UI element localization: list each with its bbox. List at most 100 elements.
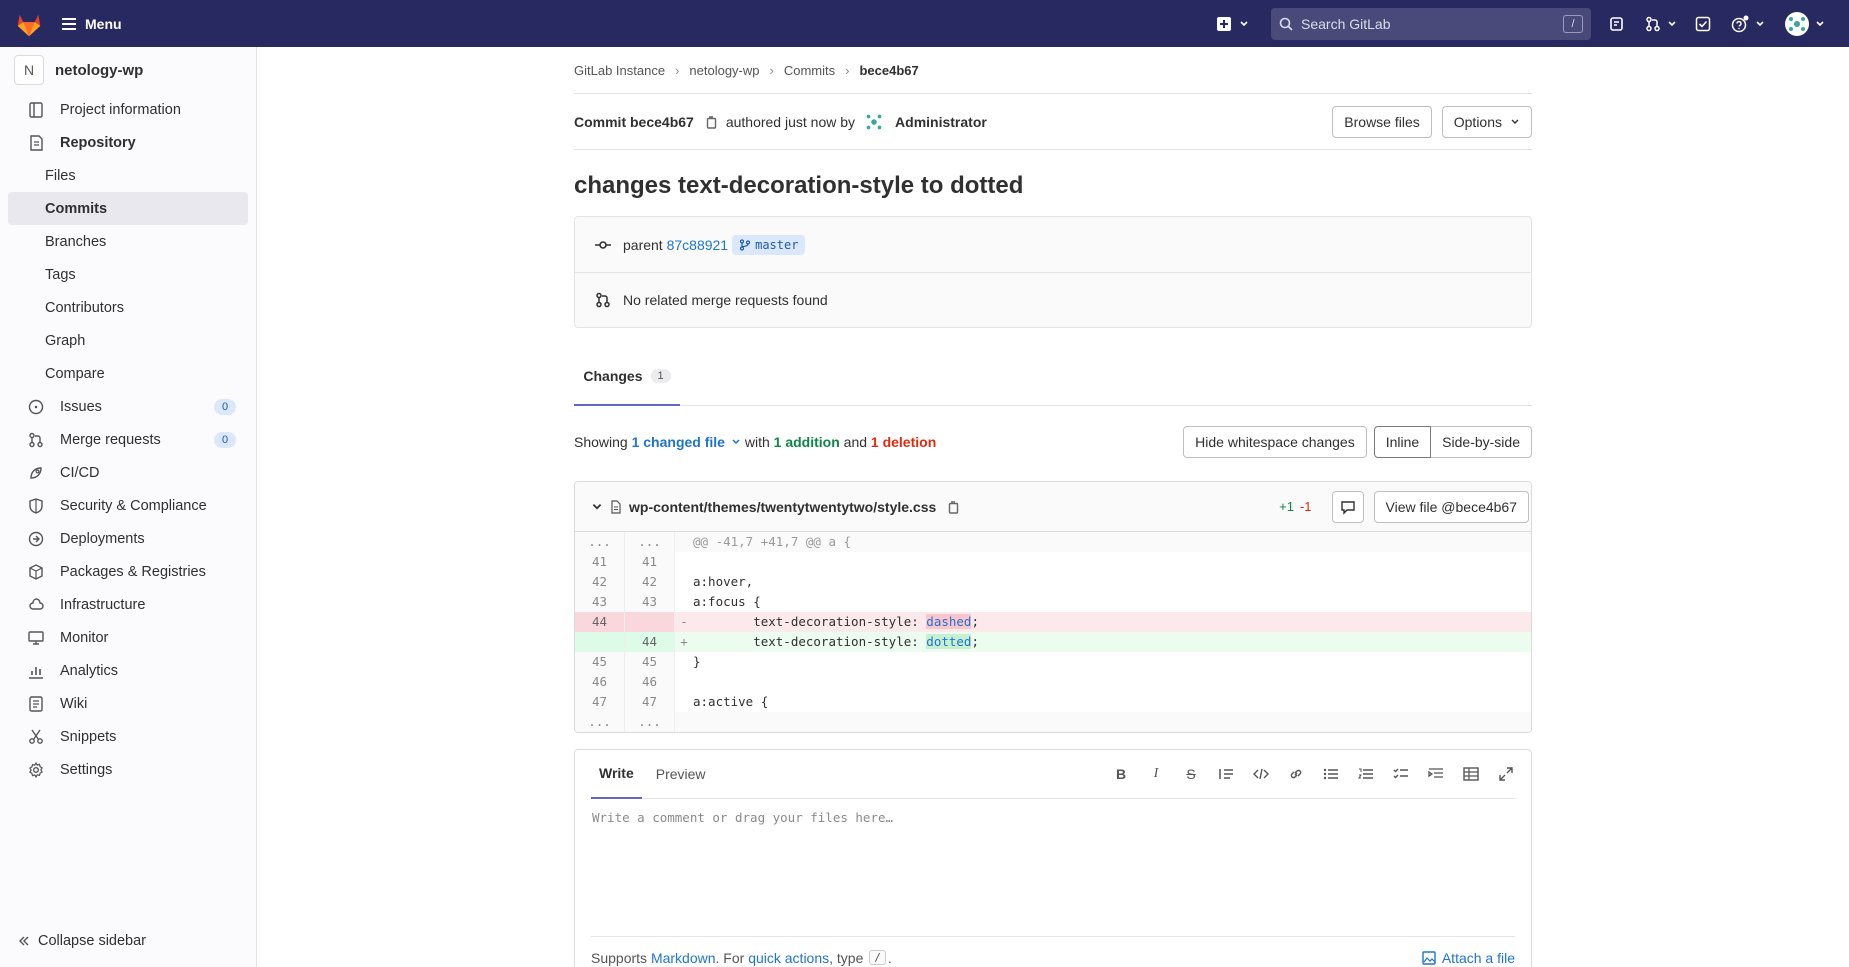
bold-icon[interactable]: B [1112, 765, 1130, 783]
sidebar-item-deployments[interactable]: Deployments [8, 522, 248, 555]
old-line-number[interactable] [575, 632, 625, 652]
menu-button[interactable]: Menu [62, 16, 122, 32]
sidebar-item-ci-cd[interactable]: CI/CD [8, 456, 248, 489]
preview-tab[interactable]: Preview [648, 750, 714, 799]
side-by-side-view-button[interactable]: Side-by-side [1431, 426, 1532, 458]
collapsible-section-icon[interactable] [1427, 765, 1445, 783]
markdown-link[interactable]: Markdown [651, 950, 716, 966]
old-line-number[interactable]: 42 [575, 572, 625, 592]
chevron-down-icon[interactable] [591, 501, 603, 513]
hide-whitespace-button[interactable]: Hide whitespace changes [1183, 426, 1367, 458]
new-line-number[interactable]: 45 [625, 652, 675, 672]
merge-requests-nav-button[interactable] [1645, 16, 1677, 32]
sidebar-item-monitor[interactable]: Monitor [8, 621, 248, 654]
quote-icon[interactable] [1217, 765, 1235, 783]
old-line-number[interactable]: 47 [575, 692, 625, 712]
breadcrumb-item[interactable]: Commits [784, 63, 835, 78]
project-header[interactable]: N netology-wp [0, 47, 256, 93]
sidebar-item-issues[interactable]: Issues 0 [8, 390, 248, 423]
new-line-number[interactable] [625, 612, 675, 632]
old-line-number[interactable]: 44 [575, 612, 625, 632]
sidebar-item-infrastructure[interactable]: Infrastructure [8, 588, 248, 621]
todo-check-icon [1695, 16, 1711, 31]
issues-nav-button[interactable] [1609, 16, 1625, 32]
file-path[interactable]: wp-content/themes/twentytwentytwo/style.… [629, 499, 936, 515]
view-file-button[interactable]: View file @bece4b67 [1373, 490, 1529, 523]
numbered-list-icon[interactable] [1357, 765, 1375, 783]
sidebar-item-compare[interactable]: Compare [8, 357, 248, 390]
author-name[interactable]: Administrator [895, 114, 987, 130]
new-line-number[interactable]: 47 [625, 692, 675, 712]
diff-sign [675, 572, 693, 592]
italic-icon[interactable]: I [1147, 765, 1165, 783]
new-line-number[interactable]: 42 [625, 572, 675, 592]
task-list-icon[interactable] [1392, 765, 1410, 783]
sidebar-item-contributors[interactable]: Contributors [8, 291, 248, 324]
author-avatar[interactable] [863, 111, 885, 133]
browse-files-button[interactable]: Browse files [1332, 105, 1432, 138]
sidebar-item-packages-registries[interactable]: Packages & Registries [8, 555, 248, 588]
sidebar-item-tags[interactable]: Tags [8, 258, 248, 291]
new-item-dropdown[interactable] [1217, 16, 1249, 31]
changed-files-dropdown[interactable]: 1 changed file [632, 434, 741, 450]
fullscreen-icon[interactable] [1497, 765, 1515, 783]
diff-code: a:focus { [693, 592, 1531, 612]
write-tab[interactable]: Write [591, 750, 642, 799]
diff-code: a:hover, [693, 572, 1531, 592]
new-line-number[interactable]: 46 [625, 672, 675, 692]
breadcrumb-item[interactable]: GitLab Instance [574, 63, 665, 78]
todos-nav-button[interactable] [1695, 16, 1711, 32]
gitlab-logo-icon[interactable] [14, 9, 44, 39]
attach-file-button[interactable]: Attach a file [1422, 950, 1515, 966]
sidebar-item-snippets[interactable]: Snippets [8, 720, 248, 753]
search-input[interactable]: Search GitLab / [1271, 7, 1591, 40]
strikethrough-icon[interactable]: S [1182, 765, 1200, 783]
sidebar-item-label: Repository [60, 134, 136, 151]
new-line-number[interactable]: ... [625, 712, 675, 732]
tab-changes[interactable]: Changes 1 [574, 348, 680, 406]
new-line-number[interactable]: 44 [625, 632, 675, 652]
sidebar-item-files[interactable]: Files [8, 159, 248, 192]
copy-icon[interactable] [946, 500, 960, 514]
new-line-number[interactable]: ... [625, 532, 675, 552]
sidebar-item-project-information[interactable]: Project information [8, 93, 248, 126]
options-dropdown[interactable]: Options [1441, 105, 1532, 138]
diff-sign [675, 712, 693, 732]
old-line-number[interactable]: 41 [575, 552, 625, 572]
old-line-number[interactable]: ... [575, 532, 625, 552]
help-icon [1731, 15, 1749, 32]
copy-icon[interactable] [704, 115, 718, 129]
bullet-list-icon[interactable] [1322, 765, 1340, 783]
diff-code: @@ -41,7 +41,7 @@ a { [693, 532, 1531, 552]
link-icon[interactable] [1287, 765, 1305, 783]
sidebar-item-security-compliance[interactable]: Security & Compliance [8, 489, 248, 522]
quick-actions-link[interactable]: quick actions [748, 950, 829, 966]
sidebar-item-merge-requests[interactable]: Merge requests 0 [8, 423, 248, 456]
sidebar-item-settings[interactable]: Settings [8, 753, 248, 786]
comments-toggle-button[interactable] [1331, 490, 1364, 523]
sidebar-item-wiki[interactable]: Wiki [8, 687, 248, 720]
new-line-number[interactable]: 41 [625, 552, 675, 572]
old-line-number[interactable]: 46 [575, 672, 625, 692]
sidebar-item-analytics[interactable]: Analytics [8, 654, 248, 687]
commit-tabs: Changes 1 [574, 348, 1532, 406]
inline-view-button[interactable]: Inline [1373, 426, 1432, 458]
sidebar-item-repository[interactable]: Repository [8, 126, 248, 159]
old-line-number[interactable]: 43 [575, 592, 625, 612]
table-icon[interactable] [1462, 765, 1480, 783]
branch-badge[interactable]: master [732, 234, 806, 255]
sidebar-item-branches[interactable]: Branches [8, 225, 248, 258]
old-line-number[interactable]: 45 [575, 652, 625, 672]
new-line-number[interactable]: 43 [625, 592, 675, 612]
sidebar-item-commits[interactable]: Commits [8, 192, 248, 225]
sidebar-item-graph[interactable]: Graph [8, 324, 248, 357]
old-line-number[interactable]: ... [575, 712, 625, 732]
code-icon[interactable] [1252, 765, 1270, 783]
breadcrumb-current[interactable]: bece4b67 [859, 63, 918, 78]
parent-sha-link[interactable]: 87c88921 [667, 237, 729, 253]
user-menu[interactable] [1785, 11, 1825, 36]
breadcrumb-item[interactable]: netology-wp [689, 63, 759, 78]
collapse-sidebar-button[interactable]: Collapse sidebar [18, 933, 146, 949]
comment-textarea[interactable]: Write a comment or drag your files here… [592, 810, 893, 825]
help-dropdown[interactable] [1731, 15, 1765, 33]
